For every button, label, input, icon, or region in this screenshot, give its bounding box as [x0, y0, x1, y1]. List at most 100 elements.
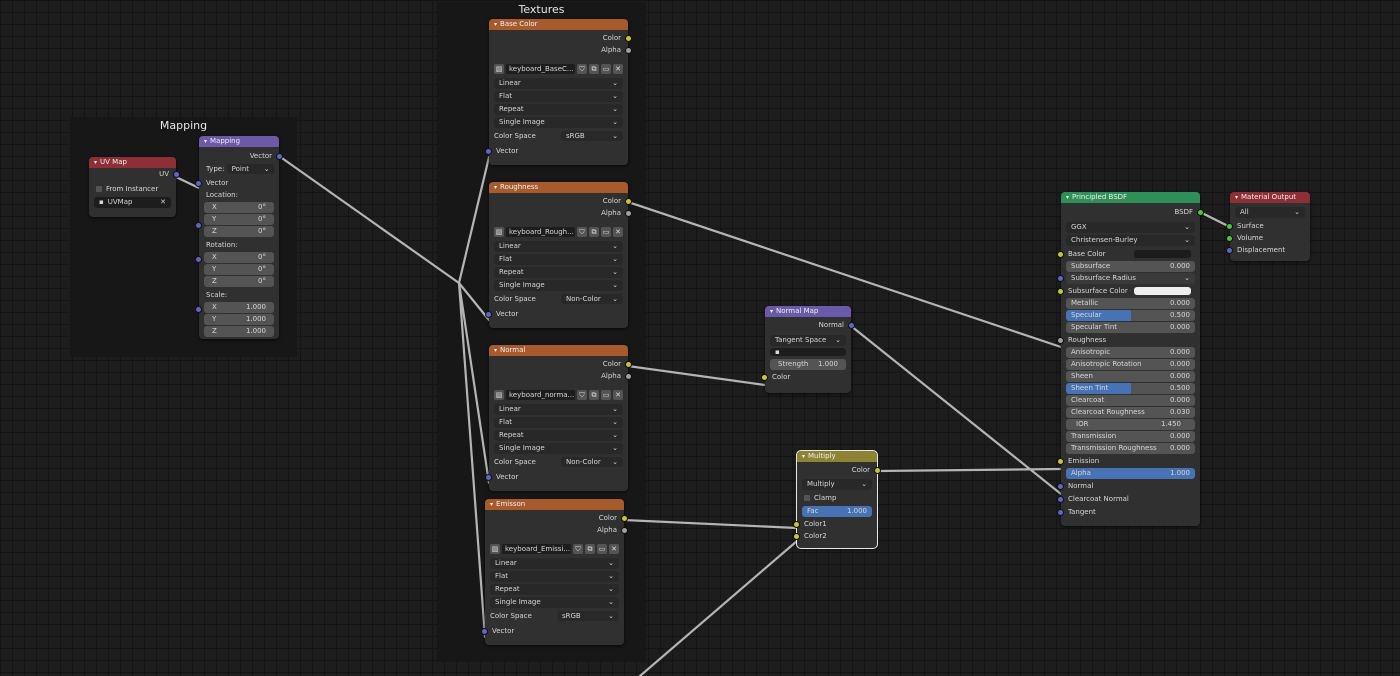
colorspace-select[interactable]: sRGB ⌄	[557, 611, 619, 621]
normal-socket[interactable]	[1057, 483, 1064, 490]
image-name[interactable]: keyboard_Emissi...	[502, 544, 571, 554]
strength-field[interactable]: Strength 1.000	[770, 359, 846, 370]
texture-header[interactable]: ▾ Base Color	[489, 19, 628, 30]
scale-x[interactable]: X 1.000	[204, 302, 274, 313]
projection-select[interactable]: Flat ⌄	[494, 254, 623, 265]
image-name[interactable]: keyboard_norma...	[506, 390, 575, 400]
collapse-arrow-icon[interactable]: ▾	[94, 157, 97, 168]
image-texture-roughness[interactable]: ▾ Roughness Color Alpha ▨ keyboard_Rough.…	[485, 182, 632, 328]
image-selector[interactable]: ▨ keyboard_BaseC... ⛉ ⧉ ▭ ✕	[494, 63, 623, 75]
image-browse-icon[interactable]: ▨	[494, 390, 504, 400]
location-x[interactable]: X 0°	[204, 202, 274, 213]
image-selector[interactable]: ▨ keyboard_Emissi... ⛉ ⧉ ▭ ✕	[490, 543, 619, 555]
color-output-socket[interactable]	[625, 361, 632, 368]
fake-user-shield-icon[interactable]: ⛉	[577, 227, 587, 237]
target-select[interactable]: All ⌄	[1235, 207, 1305, 218]
principled-bsdf-node[interactable]: ▾ Principled BSDF BSDF GGX ⌄ Christensen-B…	[1057, 192, 1204, 526]
clear-icon[interactable]: ✕	[160, 197, 166, 208]
image-texture-emission[interactable]: ▾ Emisson Color Alpha ▨ keyboard_Emissi..…	[481, 499, 628, 645]
from-instancer-row[interactable]: From Instancer	[89, 183, 176, 195]
clearcoat-field[interactable]: Clearcoat 0.000	[1066, 395, 1195, 406]
image-browse-icon[interactable]: ▨	[494, 64, 504, 74]
duplicate-image-icon[interactable]: ⧉	[589, 390, 599, 400]
interpolation-select[interactable]: Linear ⌄	[494, 78, 623, 89]
material-output-header[interactable]: ▾ Material Output	[1230, 192, 1310, 203]
anisotropic-field[interactable]: Anisotropic 0.000	[1066, 347, 1195, 358]
subsurface-color-swatch[interactable]	[1134, 287, 1191, 295]
normal-map-header[interactable]: ▾ Normal Map	[765, 306, 851, 317]
image-browse-icon[interactable]: ▨	[494, 227, 504, 237]
location-z[interactable]: Z 0°	[204, 226, 274, 237]
alpha-output-socket[interactable]	[621, 527, 628, 534]
scale-socket[interactable]	[195, 306, 202, 313]
base-color-socket[interactable]	[1057, 251, 1064, 258]
fake-user-shield-icon[interactable]: ⛉	[577, 64, 587, 74]
subsurface-radius-select[interactable]: Subsurface Radius ⌄	[1057, 273, 1195, 284]
specular-field[interactable]: Specular 0.500	[1066, 310, 1195, 321]
source-select[interactable]: Single Image ⌄	[490, 597, 619, 608]
color-output-socket[interactable]	[621, 515, 628, 522]
metallic-field[interactable]: Metallic 0.000	[1066, 298, 1195, 309]
multiply-node[interactable]: ▾ Multiply Color Multiply ⌄ Clamp Fac 1.000…	[793, 450, 881, 549]
color1-input-socket[interactable]	[793, 521, 800, 528]
subsurface-method-select[interactable]: Christensen-Burley ⌄	[1066, 235, 1195, 246]
projection-select[interactable]: Flat ⌄	[490, 571, 619, 582]
image-browse-icon[interactable]: ▨	[490, 544, 500, 554]
duplicate-image-icon[interactable]: ⧉	[589, 64, 599, 74]
collapse-arrow-icon[interactable]: ▾	[770, 306, 773, 317]
transmission-field[interactable]: Transmission 0.000	[1066, 431, 1195, 442]
alpha-output-socket[interactable]	[625, 47, 632, 54]
image-selector[interactable]: ▨ keyboard_norma... ⛉ ⧉ ▭ ✕	[494, 389, 623, 401]
subsurface-field[interactable]: Subsurface 0.000	[1066, 261, 1195, 272]
uv-output-socket[interactable]	[173, 171, 180, 178]
scale-y[interactable]: Y 1.000	[204, 314, 274, 325]
bsdf-output-socket[interactable]	[1197, 209, 1204, 216]
alpha-field[interactable]: Alpha 1.000	[1066, 468, 1195, 479]
extension-select[interactable]: Repeat ⌄	[494, 267, 623, 278]
base-color-swatch[interactable]	[1134, 250, 1191, 258]
uv-map-header[interactable]: ▾ UV Map	[89, 157, 176, 168]
extension-select[interactable]: Repeat ⌄	[494, 104, 623, 115]
surface-socket[interactable]	[1226, 223, 1233, 230]
collapse-arrow-icon[interactable]: ▾	[494, 182, 497, 193]
interpolation-select[interactable]: Linear ⌄	[494, 241, 623, 252]
roughness-socket[interactable]	[1057, 337, 1064, 344]
distribution-select[interactable]: GGX ⌄	[1066, 222, 1195, 233]
from-instancer-checkbox[interactable]	[96, 186, 102, 192]
blend-mode-select[interactable]: Multiply ⌄	[802, 479, 872, 490]
projection-select[interactable]: Flat ⌄	[494, 417, 623, 428]
color-output-socket[interactable]	[874, 467, 881, 474]
texture-header[interactable]: ▾ Emisson	[485, 499, 624, 510]
collapse-arrow-icon[interactable]: ▾	[490, 499, 493, 510]
duplicate-image-icon[interactable]: ⧉	[589, 227, 599, 237]
alpha-output-socket[interactable]	[625, 210, 632, 217]
source-select[interactable]: Single Image ⌄	[494, 117, 623, 128]
location-y[interactable]: Y 0°	[204, 214, 274, 225]
bsdf-header[interactable]: ▾ Principled BSDF	[1061, 192, 1200, 203]
color-input-socket[interactable]	[761, 374, 768, 381]
image-name[interactable]: keyboard_BaseC...	[506, 64, 575, 74]
multiply-header[interactable]: ▾ Multiply	[797, 451, 877, 462]
color2-input-socket[interactable]	[793, 533, 800, 540]
interpolation-select[interactable]: Linear ⌄	[490, 558, 619, 569]
unlink-close-icon[interactable]: ✕	[609, 544, 619, 554]
normal-output-socket[interactable]	[848, 322, 855, 329]
uvmap-select[interactable]: ▪ UVMap ✕	[94, 197, 171, 208]
rotation-y[interactable]: Y 0°	[204, 264, 274, 275]
fake-user-shield-icon[interactable]: ⛉	[577, 390, 587, 400]
vector-input-socket[interactable]	[485, 474, 492, 481]
sheen-field[interactable]: Sheen 0.000	[1066, 371, 1195, 382]
clearcoat-roughness-field[interactable]: Clearcoat Roughness 0.030	[1066, 407, 1195, 418]
sheen-tint-field[interactable]: Sheen Tint 0.500	[1066, 383, 1195, 394]
subsurface-color-socket[interactable]	[1057, 288, 1064, 295]
interpolation-select[interactable]: Linear ⌄	[494, 404, 623, 415]
unlink-close-icon[interactable]: ✕	[613, 64, 623, 74]
normal-map-node[interactable]: ▾ Normal Map Normal Tangent Space ⌄ ▪ Stre…	[761, 306, 855, 393]
image-texture-base-color[interactable]: ▾ Base Color Color Alpha ▨ keyboard_BaseC…	[485, 19, 632, 165]
open-folder-icon[interactable]: ▭	[601, 390, 611, 400]
extension-select[interactable]: Repeat ⌄	[490, 584, 619, 595]
volume-socket[interactable]	[1226, 235, 1233, 242]
vector-input-socket[interactable]	[481, 628, 488, 635]
transmission-roughness-field[interactable]: Transmission Roughness 0.000	[1066, 443, 1195, 454]
extension-select[interactable]: Repeat ⌄	[494, 430, 623, 441]
